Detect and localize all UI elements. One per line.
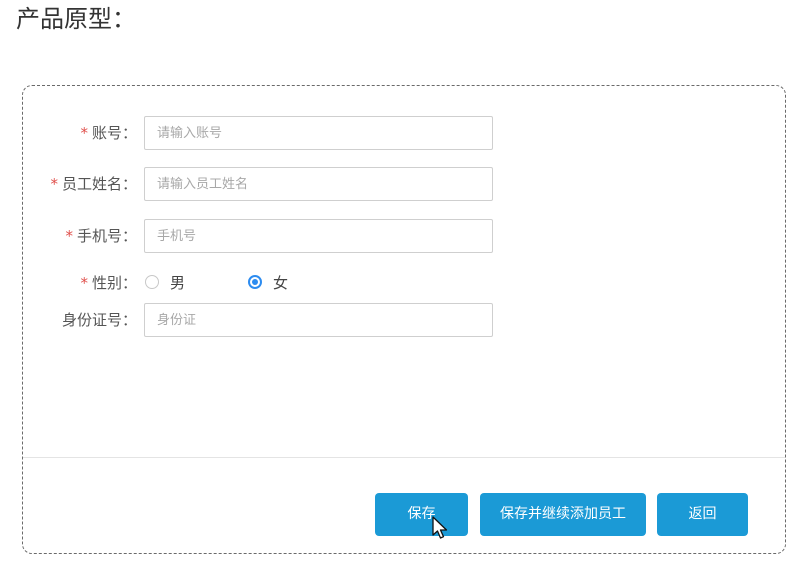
- radio-unchecked-icon[interactable]: [145, 275, 159, 289]
- required-marker: *: [50, 175, 58, 193]
- required-marker: *: [65, 227, 73, 245]
- page: 产品原型： *账号： *员工姓名： *手机号： *性别：: [0, 0, 809, 579]
- account-row: * 账号：: [23, 116, 543, 150]
- id-number-input[interactable]: [144, 303, 493, 337]
- employee-name-input[interactable]: [144, 167, 493, 201]
- employee-name-label-wrap: * 员工姓名：: [50, 167, 137, 201]
- gender-radio-group: 男 女: [145, 266, 465, 300]
- id-number-label-wrap: 身份证号：: [62, 303, 137, 337]
- phone-label-wrap: * 手机号：: [65, 219, 137, 253]
- gender-option-male-label: 男: [170, 274, 186, 292]
- id-number-row: 身份证号：: [23, 303, 543, 337]
- gender-label-wrap: * 性别：: [80, 266, 137, 300]
- required-marker: *: [80, 124, 88, 142]
- employee-name-label: 员工姓名：: [61, 175, 137, 193]
- radio-checked-icon[interactable]: [248, 275, 262, 289]
- id-number-label: 身份证号：: [61, 311, 137, 329]
- gender-label: 性别：: [91, 274, 137, 292]
- gender-row: * 性别： 男 女: [23, 266, 543, 300]
- save-button[interactable]: 保存: [375, 493, 468, 536]
- page-title: 产品原型：: [16, 5, 136, 33]
- phone-label: 手机号：: [76, 227, 137, 245]
- phone-input[interactable]: [144, 219, 493, 253]
- gender-option-female-label: 女: [273, 274, 289, 292]
- account-label-wrap: * 账号：: [80, 116, 137, 150]
- required-marker: *: [80, 274, 88, 292]
- employee-form-panel: *账号： *员工姓名： *手机号： *性别：: [22, 85, 786, 554]
- back-button[interactable]: 返回: [657, 493, 748, 536]
- phone-row: * 手机号：: [23, 219, 543, 253]
- footer-divider: [23, 457, 785, 458]
- employee-name-row: * 员工姓名：: [23, 167, 543, 201]
- account-label: 账号：: [91, 124, 137, 142]
- save-and-continue-button[interactable]: 保存并继续添加员工: [480, 493, 646, 536]
- account-input[interactable]: [144, 116, 493, 150]
